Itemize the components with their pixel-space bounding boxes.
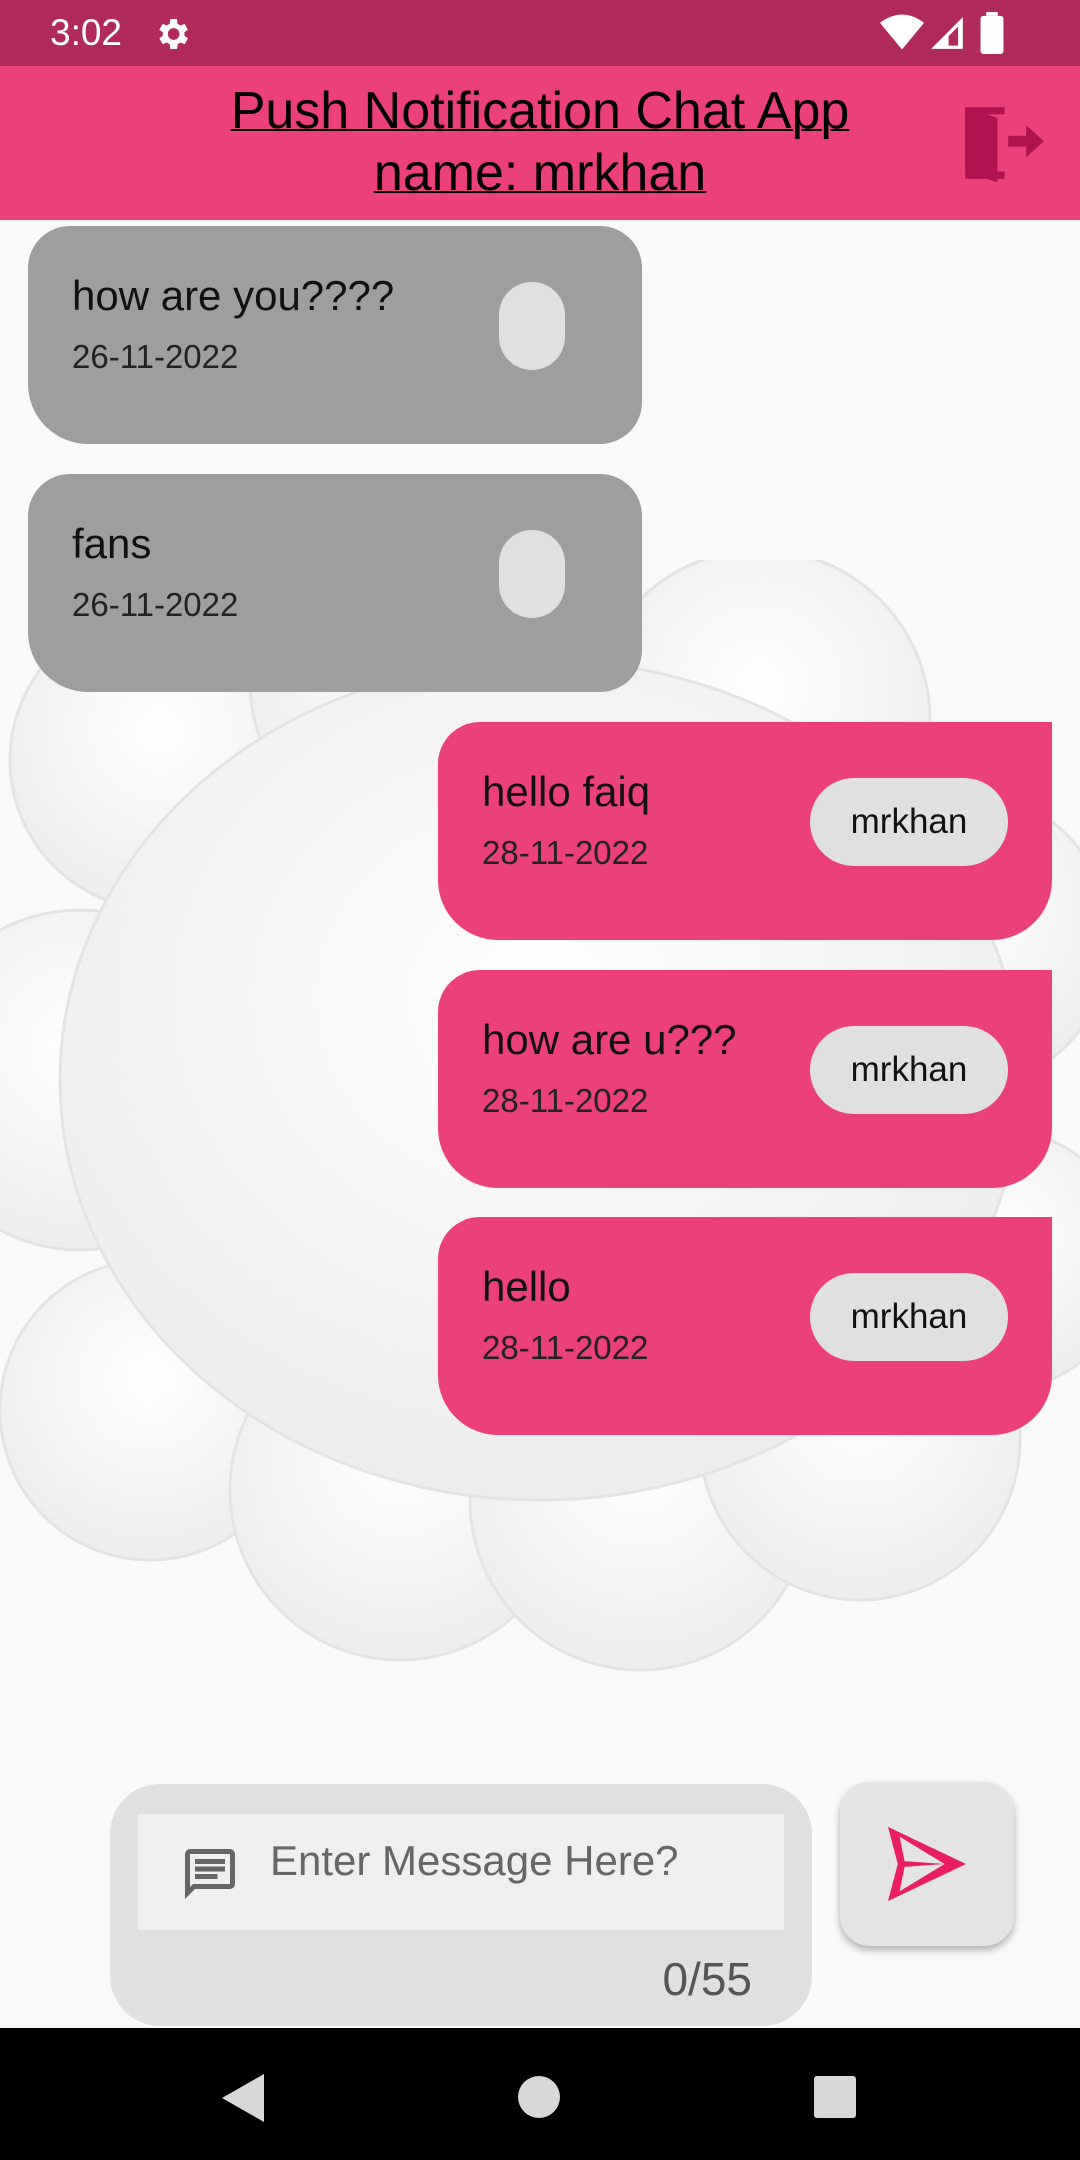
message-date: 28-11-2022 [482, 1329, 649, 1366]
message-bubble[interactable]: hello 28-11-2022 mrkhan [438, 1217, 1052, 1435]
home-icon[interactable] [518, 2076, 560, 2118]
send-button[interactable] [840, 1782, 1014, 1946]
message-input[interactable] [268, 1832, 762, 1890]
recent-apps-icon[interactable] [814, 2076, 856, 2118]
message-bubble[interactable]: hello faiq 28-11-2022 mrkhan [438, 722, 1052, 940]
sender-chip: mrkhan [810, 1026, 1008, 1114]
status-time: 3:02 [50, 12, 123, 53]
message-text: hello faiq [482, 768, 651, 815]
message-text: hello [482, 1263, 571, 1310]
status-bar: 3:02 [0, 0, 1080, 66]
message-text: how are u??? [482, 1016, 737, 1063]
title-line-1: Push Notification Chat App [230, 82, 850, 140]
sender-chip [499, 282, 565, 370]
message-bubble[interactable]: how are u??? 28-11-2022 mrkhan [438, 970, 1052, 1188]
title-line-2: name: mrkhan [373, 144, 707, 202]
message-date: 28-11-2022 [482, 1082, 649, 1119]
message-text: how are you???? [72, 272, 395, 319]
sender-chip [499, 530, 565, 618]
wifi-icon [880, 14, 924, 50]
send-icon [888, 1826, 966, 1902]
page-title: Push Notification Chat App name: mrkhan [140, 80, 940, 204]
signal-icon [931, 17, 963, 49]
back-icon[interactable] [222, 2074, 264, 2122]
sender-chip: mrkhan [810, 1273, 1008, 1361]
battery-icon [980, 12, 1004, 54]
app-bar: Push Notification Chat App name: mrkhan [0, 66, 1080, 220]
message-date: 26-11-2022 [72, 586, 239, 623]
message-text: fans [72, 520, 152, 567]
message-bubble[interactable]: how are you???? 26-11-2022 [28, 226, 642, 444]
sender-chip: mrkhan [810, 778, 1008, 866]
character-counter: 0/55 [662, 1953, 752, 2005]
message-composer: 0/55 [110, 1784, 812, 2026]
message-date: 28-11-2022 [482, 834, 649, 871]
message-icon [185, 1849, 235, 1899]
message-date: 26-11-2022 [72, 338, 239, 375]
message-bubble[interactable]: fans 26-11-2022 [28, 474, 642, 692]
gear-icon [159, 19, 188, 49]
navigation-bar [0, 2028, 1080, 2160]
logout-icon[interactable] [958, 100, 1044, 186]
message-field[interactable] [138, 1814, 784, 1930]
